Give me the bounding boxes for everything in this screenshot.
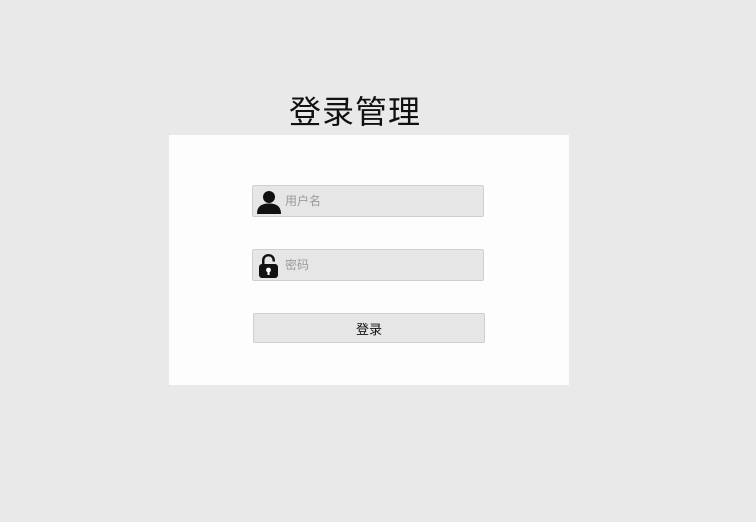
lock-icon [256, 253, 282, 279]
username-field[interactable] [252, 185, 484, 217]
login-page: 登录管理 登录 [0, 0, 756, 522]
login-button[interactable]: 登录 [253, 313, 485, 343]
page-title: 登录管理 [288, 93, 421, 131]
username-input[interactable] [285, 186, 481, 216]
password-input[interactable] [285, 250, 481, 280]
login-panel: 登录 [169, 135, 569, 385]
user-icon [256, 189, 282, 215]
password-field[interactable] [252, 249, 484, 281]
